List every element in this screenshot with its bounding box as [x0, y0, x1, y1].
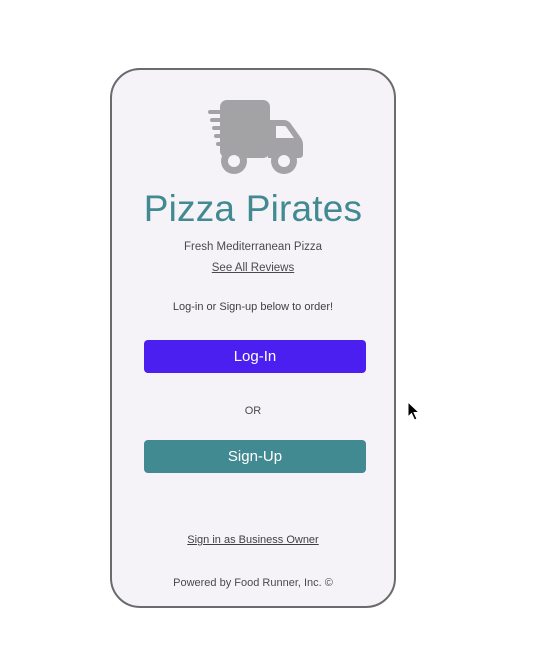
footer-credit: Powered by Food Runner, Inc. © [173, 577, 333, 589]
delivery-truck-icon [208, 100, 303, 174]
login-card: Pizza Pirates Fresh Mediterranean Pizza … [110, 68, 396, 608]
or-divider: OR [244, 405, 262, 417]
tagline: Fresh Mediterranean Pizza [183, 241, 323, 253]
mouse-cursor-icon [407, 401, 421, 421]
signup-button[interactable]: Sign-Up [144, 440, 366, 473]
login-button[interactable]: Log-In [144, 340, 366, 373]
see-all-reviews-link[interactable]: See All Reviews [112, 262, 394, 274]
brand-title: Pizza Pirates [143, 188, 363, 229]
screen: Pizza Pirates Fresh Mediterranean Pizza … [0, 0, 536, 672]
business-owner-signin-link[interactable]: Sign in as Business Owner [112, 534, 394, 546]
order-instructions: Log-in or Sign-up below to order! [172, 301, 334, 313]
